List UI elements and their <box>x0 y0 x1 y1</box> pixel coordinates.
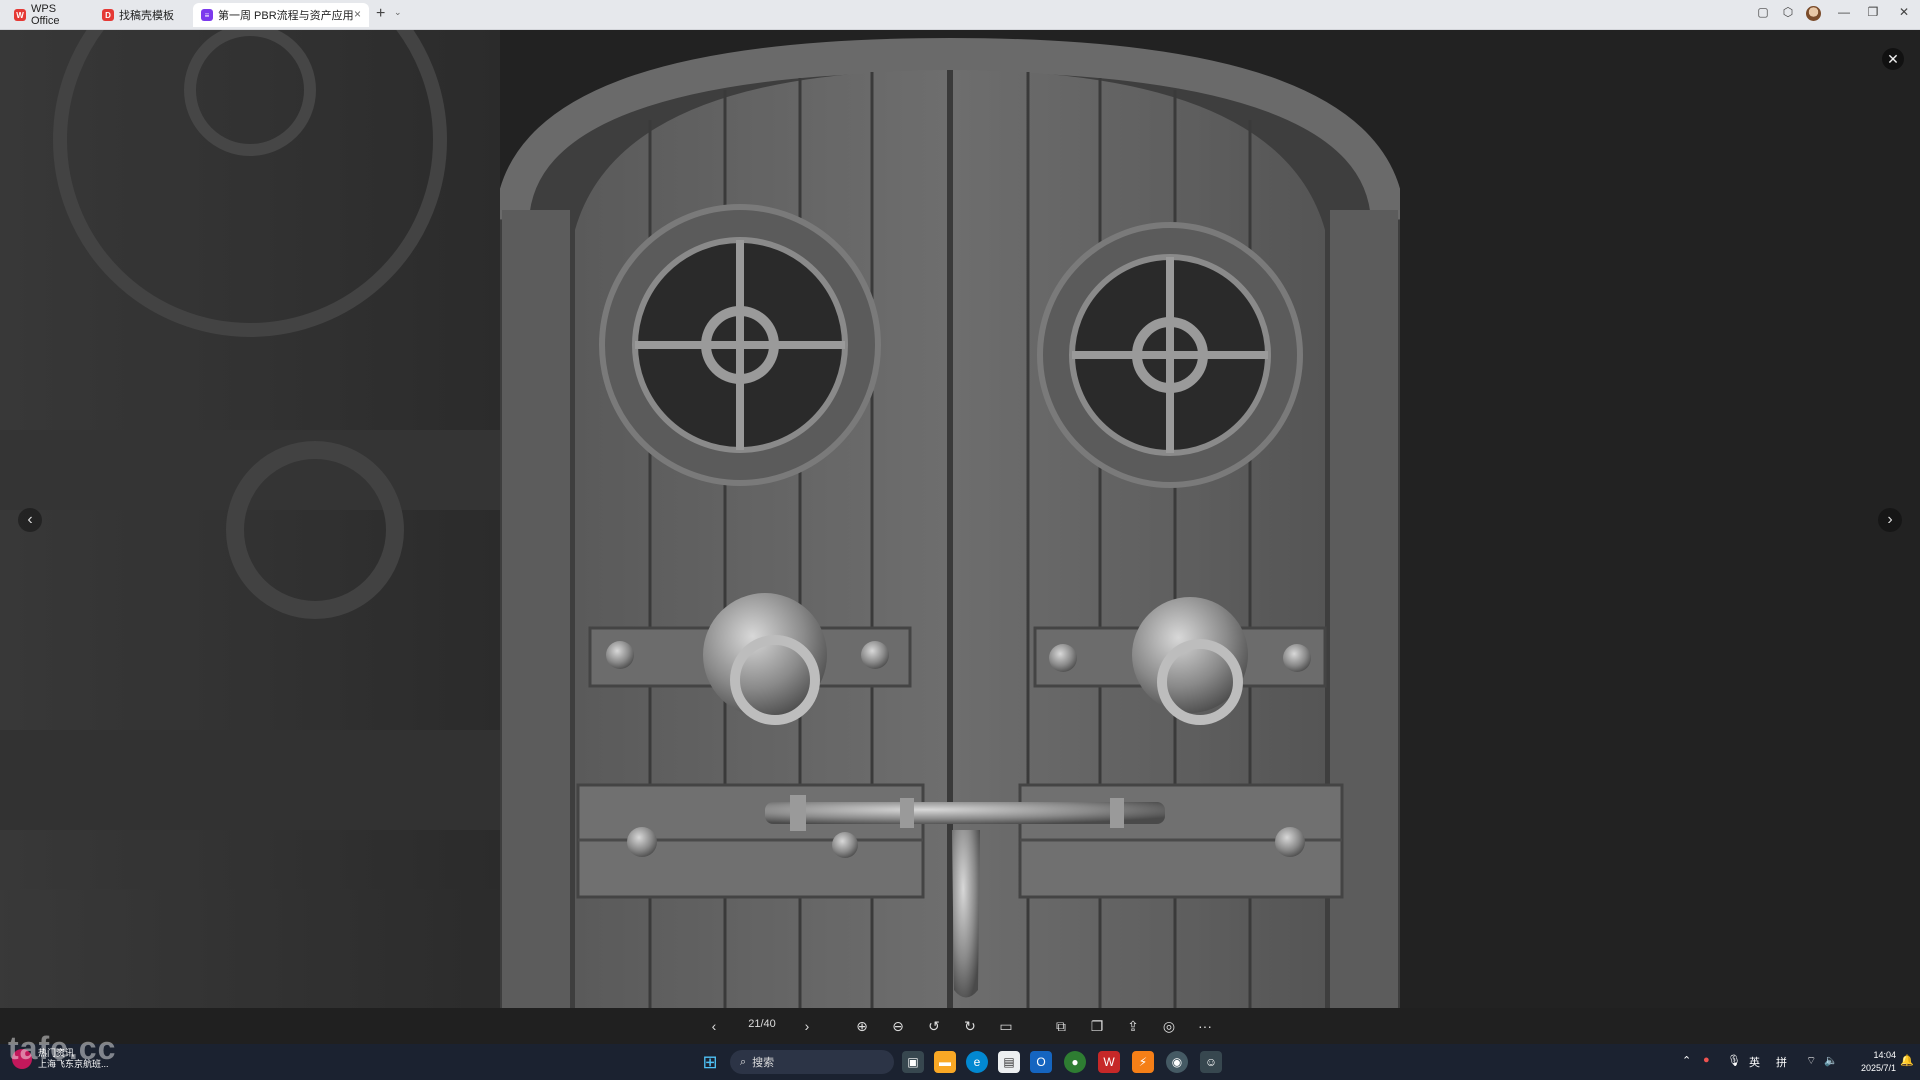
windows-taskbar: 热门资讯 上海飞东京航班... ⊞ ⌕ 搜索 ▣ ▬ e ▤ O ● W ⚡ ◉… <box>0 1044 1920 1080</box>
clock[interactable]: 14:04 2025/7/1 <box>1846 1049 1896 1075</box>
crop-icon[interactable]: ⧉ <box>1051 1016 1071 1036</box>
browser-tab-bar: W WPS Office D 找稿壳模板 ≡ 第一周 PBR流程与资产应用 × … <box>0 0 1920 30</box>
clock-date: 2025/7/1 <box>1860 1063 1896 1073</box>
tab-document-active[interactable]: ≡ 第一周 PBR流程与资产应用 × <box>193 3 369 27</box>
tab-label: 第一周 PBR流程与资产应用 <box>218 10 354 22</box>
store-icon[interactable]: ▤ <box>998 1051 1020 1073</box>
prev-image-button[interactable]: ‹ <box>18 508 42 532</box>
wechat-icon[interactable]: ● <box>1064 1051 1086 1073</box>
wps-taskbar-icon[interactable]: W <box>1098 1051 1120 1073</box>
tab-label: 找稿壳模板 <box>119 10 174 22</box>
notification-icon[interactable]: 🔔 <box>1900 1054 1914 1067</box>
app-icon[interactable]: ⚡ <box>1132 1051 1154 1073</box>
tab-wps-office[interactable]: W WPS Office <box>6 3 86 27</box>
zoom-in-icon[interactable]: ⊕ <box>852 1016 872 1036</box>
share-icon[interactable]: ⇪ <box>1123 1016 1143 1036</box>
zoom-out-icon[interactable]: ⊖ <box>888 1016 908 1036</box>
taskbar-search[interactable]: ⌕ 搜索 <box>730 1050 894 1074</box>
ime-indicator[interactable]: 拼 <box>1776 1054 1787 1070</box>
avatar[interactable] <box>1806 6 1821 21</box>
template-icon: D <box>102 9 114 21</box>
next-page-icon[interactable]: › <box>797 1016 817 1036</box>
document-icon: ≡ <box>201 9 213 21</box>
page-counter: 21/40 <box>748 1018 776 1030</box>
background-image-ghost <box>0 30 500 1008</box>
wifi-icon[interactable]: ⌔ <box>1806 1054 1816 1068</box>
volume-icon[interactable]: 🔈 <box>1824 1054 1838 1067</box>
copy-icon[interactable]: ❐ <box>1087 1016 1107 1036</box>
new-tab-button[interactable]: + <box>376 5 385 23</box>
wps-logo-icon: W <box>14 9 26 21</box>
windows-start-icon[interactable]: ⊞ <box>699 1051 721 1073</box>
tab-label: WPS Office <box>31 3 60 27</box>
pin-icon[interactable]: ◎ <box>1159 1016 1179 1036</box>
close-viewer-button[interactable]: ✕ <box>1882 48 1904 70</box>
close-tab-icon[interactable]: × <box>354 7 361 21</box>
restore-button[interactable]: ❐ <box>1864 5 1882 19</box>
task-view-icon[interactable]: ▣ <box>902 1051 924 1073</box>
tray-expand-icon[interactable]: ⌃ <box>1682 1054 1691 1067</box>
tab-template[interactable]: D 找稿壳模板 <box>94 3 186 27</box>
image-viewer: ✕ ‹ › <box>0 30 1920 1008</box>
viewer-toolbar: ‹ 21/40 › ⊕ ⊖ ↺ ↻ ▭ ⧉ ❐ ⇪ ◎ ··· <box>0 1008 1920 1044</box>
rotate-right-icon[interactable]: ↻ <box>960 1016 980 1036</box>
chrome-icon[interactable]: ◉ <box>1166 1051 1188 1073</box>
clock-time: 14:04 <box>1873 1050 1896 1060</box>
prev-page-icon[interactable]: ‹ <box>704 1016 724 1036</box>
new-tab-menu-icon[interactable]: ⌄ <box>394 7 402 18</box>
search-label: 搜索 <box>752 1057 775 1069</box>
cube-icon[interactable]: ⬡ <box>1779 5 1797 19</box>
window-icon[interactable]: ▢ <box>1754 5 1772 19</box>
watermark-logo: tafe.cc <box>8 1030 117 1066</box>
assistant-icon[interactable]: ☺ <box>1200 1051 1222 1073</box>
rotate-left-icon[interactable]: ↺ <box>924 1016 944 1036</box>
next-image-button[interactable]: › <box>1878 508 1902 532</box>
fit-screen-icon[interactable]: ▭ <box>996 1016 1016 1036</box>
close-window-button[interactable]: ✕ <box>1895 5 1913 19</box>
minimize-button[interactable]: — <box>1835 5 1853 19</box>
language-indicator[interactable]: 英 <box>1749 1054 1760 1070</box>
edge-browser-icon[interactable]: e <box>966 1051 988 1073</box>
file-explorer-icon[interactable]: ▬ <box>934 1051 956 1073</box>
more-icon[interactable]: ··· <box>1195 1016 1215 1036</box>
microphone-icon[interactable]: 🎙 <box>1727 1054 1741 1067</box>
outlook-icon[interactable]: O <box>1030 1051 1052 1073</box>
tray-app-icon[interactable]: ● <box>1703 1054 1710 1066</box>
search-icon: ⌕ <box>740 1055 747 1068</box>
wooden-door-image <box>500 37 1400 1008</box>
